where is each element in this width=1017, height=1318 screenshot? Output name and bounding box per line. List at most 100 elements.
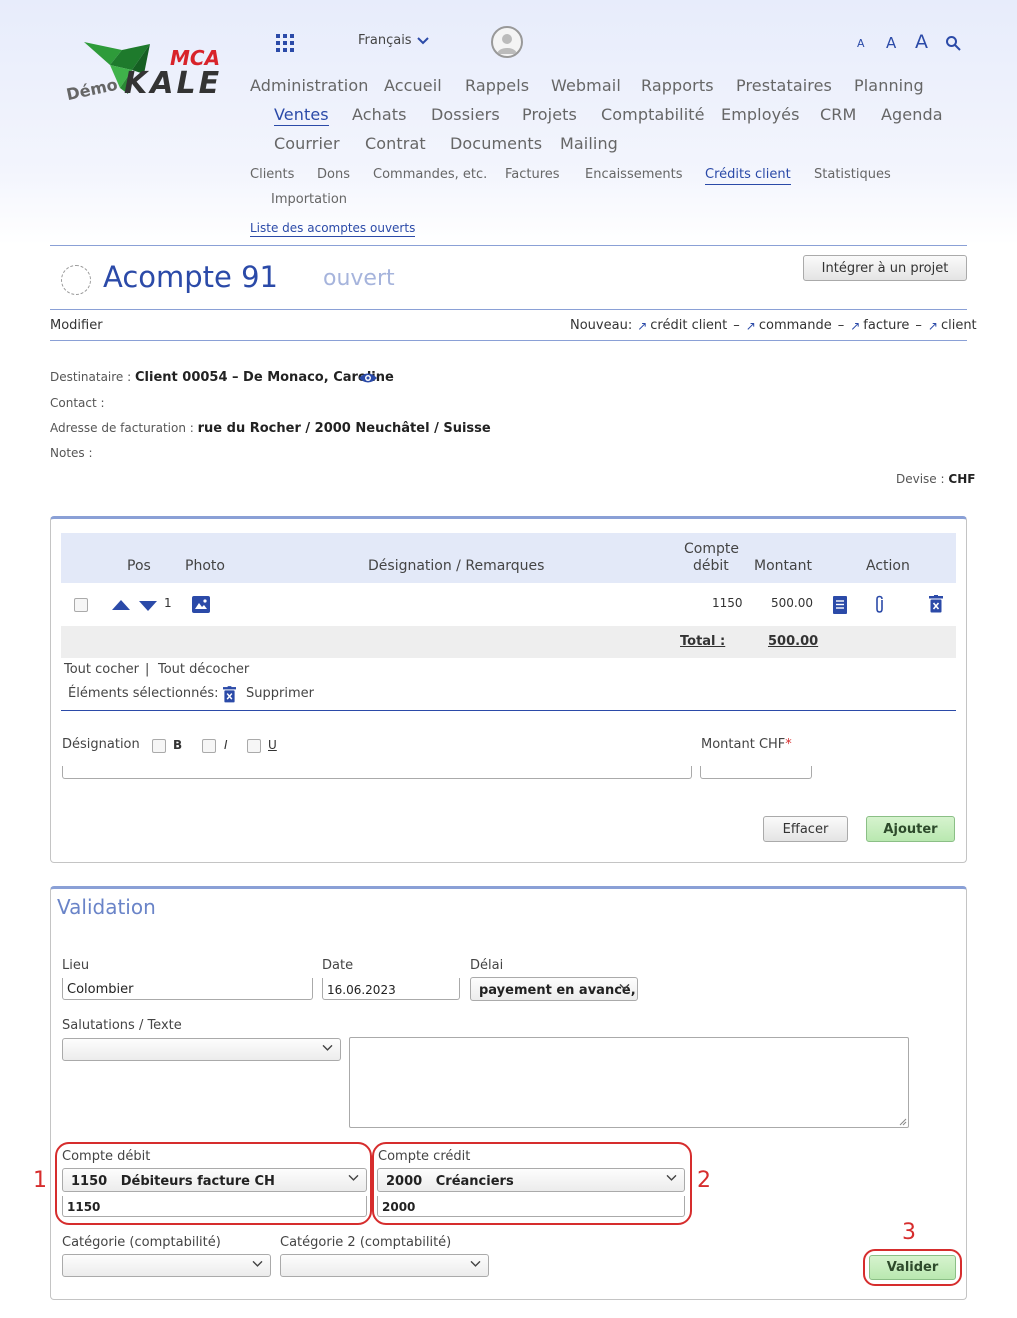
new-invoice-link[interactable]: facture <box>863 318 909 333</box>
image-icon[interactable] <box>192 596 210 617</box>
add-button[interactable]: Ajouter <box>866 816 955 842</box>
new-actions: Nouveau: ↗ crédit client – ↗ commande – … <box>570 318 977 333</box>
salutation-textarea[interactable] <box>349 1037 909 1128</box>
uncheck-all-link[interactable]: Tout décocher <box>158 662 249 677</box>
nav-administration[interactable]: Administration <box>250 76 368 95</box>
subnav-encaissements[interactable]: Encaissements <box>585 167 683 182</box>
total-label: Total : <box>680 634 726 649</box>
font-size-medium[interactable]: A <box>886 34 896 52</box>
bold-label: B <box>173 738 183 752</box>
th-action: Action <box>866 558 910 574</box>
validation-title: Validation <box>57 895 156 919</box>
document-icon[interactable] <box>833 596 847 618</box>
nav-ventes[interactable]: Ventes <box>274 105 329 126</box>
row-pos: 1 <box>164 596 172 610</box>
italic-checkbox[interactable] <box>202 739 216 753</box>
recipient-value[interactable]: Client 00054 – De Monaco, Caroline <box>135 370 394 385</box>
arrow-up-icon[interactable] <box>112 599 130 614</box>
row-amount: 500.00 <box>771 596 813 610</box>
nav-achats[interactable]: Achats <box>352 105 407 124</box>
nav-prestataires[interactable]: Prestataires <box>736 76 832 95</box>
integrate-project-button[interactable]: Intégrer à un projet <box>803 255 967 281</box>
nav-comptabilite[interactable]: Comptabilité <box>601 105 705 124</box>
status-badge: ouvert <box>323 266 395 291</box>
font-size-small[interactable]: A <box>857 37 865 50</box>
designation-input[interactable] <box>62 766 692 779</box>
bold-checkbox[interactable] <box>152 739 166 753</box>
eye-icon[interactable] <box>358 372 378 388</box>
address-label: Adresse de facturation : <box>50 421 194 435</box>
subnav-commandes[interactable]: Commandes, etc. <box>373 167 487 182</box>
subnav-factures[interactable]: Factures <box>505 167 560 182</box>
language-selector[interactable]: Français <box>358 33 429 48</box>
subnav-credits-client[interactable]: Crédits client <box>705 167 791 185</box>
new-order-link[interactable]: commande <box>759 318 832 333</box>
nav-webmail[interactable]: Webmail <box>551 76 621 95</box>
nav-accueil[interactable]: Accueil <box>384 76 442 95</box>
apps-grid-icon[interactable] <box>276 34 294 52</box>
arrow-down-icon[interactable] <box>139 600 157 615</box>
new-label: Nouveau: <box>570 318 633 333</box>
search-icon[interactable] <box>945 35 961 55</box>
external-link-icon: ↗ <box>745 318 756 333</box>
status-circle-icon <box>61 265 91 295</box>
nav-mailing[interactable]: Mailing <box>560 134 618 153</box>
check-all-link[interactable]: Tout cocher <box>64 662 139 677</box>
underline-checkbox[interactable] <box>247 739 261 753</box>
delete-selected-link[interactable]: Supprimer <box>246 686 314 701</box>
paperclip-icon[interactable] <box>874 595 886 619</box>
nav-documents[interactable]: Documents <box>450 134 542 153</box>
category-select[interactable] <box>62 1254 271 1277</box>
resize-handle-icon[interactable] <box>899 1118 907 1126</box>
separator: | <box>145 662 150 677</box>
nav-contrat[interactable]: Contrat <box>365 134 426 153</box>
chevron-down-icon <box>416 36 429 44</box>
user-icon <box>497 34 517 54</box>
nav-projets[interactable]: Projets <box>522 105 577 124</box>
deadline-select[interactable]: payement en avance, <box>470 977 638 1001</box>
new-credit-link[interactable]: crédit client <box>650 318 727 333</box>
nav-employes[interactable]: Employés <box>721 105 800 124</box>
designation-label: Désignation <box>62 737 140 752</box>
chevron-down-icon <box>470 1259 481 1270</box>
nav-rappels[interactable]: Rappels <box>465 76 529 95</box>
font-size-large[interactable]: A <box>915 31 928 53</box>
logo[interactable]: MCA KALE Démo <box>62 30 237 105</box>
subnav-dons[interactable]: Dons <box>317 167 350 182</box>
category2-select[interactable] <box>280 1254 489 1277</box>
deadline-value: payement en avance, <box>479 982 636 998</box>
trash-icon[interactable] <box>929 595 943 617</box>
nav-agenda[interactable]: Agenda <box>881 105 943 124</box>
list-open-deposits-link[interactable]: Liste des acomptes ouverts <box>250 221 416 237</box>
trash-icon[interactable] <box>223 686 236 707</box>
salutation-select[interactable] <box>62 1038 341 1061</box>
annotation-ring-submit <box>863 1249 962 1286</box>
modify-link[interactable]: Modifier <box>50 318 103 333</box>
deadline-label: Délai <box>470 958 504 973</box>
subnav-clients[interactable]: Clients <box>250 167 294 182</box>
external-link-icon: ↗ <box>850 318 861 333</box>
recipient-row: Destinataire : Client 00054 – De Monaco,… <box>50 370 394 385</box>
new-client-link[interactable]: client <box>941 318 977 333</box>
category2-label: Catégorie 2 (comptabilité) <box>280 1235 452 1250</box>
row-checkbox[interactable] <box>74 598 88 612</box>
clear-button[interactable]: Effacer <box>763 816 848 842</box>
avatar[interactable] <box>491 26 523 58</box>
currency-label: Devise : <box>896 472 945 486</box>
subnav-statistiques[interactable]: Statistiques <box>814 167 891 182</box>
nav-rapports[interactable]: Rapports <box>641 76 714 95</box>
nav-courrier[interactable]: Courrier <box>274 134 340 153</box>
table-bottom-divider <box>61 710 956 711</box>
place-input[interactable]: Colombier <box>62 978 313 1000</box>
contact-label: Contact : <box>50 396 105 410</box>
amount-input[interactable] <box>700 766 812 779</box>
date-input[interactable]: 16.06.2023 <box>322 978 460 1000</box>
nav-planning[interactable]: Planning <box>854 76 924 95</box>
place-label: Lieu <box>62 958 90 973</box>
nav-dossiers[interactable]: Dossiers <box>431 105 500 124</box>
required-mark: * <box>785 737 792 752</box>
th-amount: Montant <box>754 558 812 574</box>
annotation-number-3: 3 <box>902 1220 916 1245</box>
nav-crm[interactable]: CRM <box>820 105 856 124</box>
subnav-importation[interactable]: Importation <box>271 192 347 207</box>
